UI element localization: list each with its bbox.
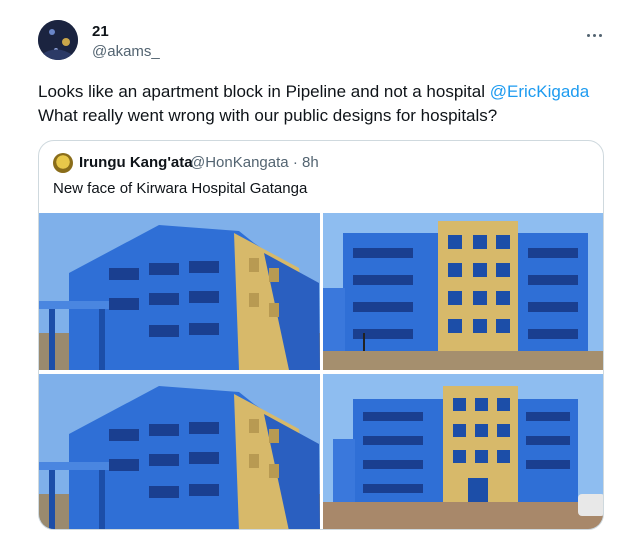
quote-author-display-name[interactable]: Irungu Kang'ata [79,154,193,171]
quote-author-meta: @HonKangata · 8h [190,154,319,171]
photo-building-2[interactable] [323,213,603,370]
author-display-name[interactable]: 21 [92,23,109,40]
avatar-image [38,20,78,60]
photo-building-3[interactable] [39,374,320,529]
tweet-text-part2: What really went wrong with our public d… [38,106,498,125]
photo-grid [39,213,603,529]
quote-text: New face of Kirwara Hospital Gatanga [53,180,308,197]
author-avatar[interactable] [38,20,78,60]
author-handle[interactable]: @akams_ [92,43,160,60]
quote-author-handle[interactable]: @HonKangata [190,154,289,171]
meta-separator: · [292,154,298,171]
tweet-text: Looks like an apartment block in Pipelin… [38,80,618,128]
quote-author-avatar[interactable] [53,153,73,173]
tweet-text-part1: Looks like an apartment block in Pipelin… [38,82,490,101]
mention-link[interactable]: @EricKigada [490,82,589,101]
quote-timestamp[interactable]: 8h [302,154,319,171]
more-horizontal-icon[interactable] [585,24,607,38]
tweet[interactable]: 21 @akams_ Looks like an apartment block… [0,0,638,535]
quoted-tweet[interactable]: Irungu Kang'ata @HonKangata · 8h New fac… [38,140,604,530]
photo-building-1[interactable] [39,213,320,370]
photo-building-4[interactable] [323,374,603,529]
